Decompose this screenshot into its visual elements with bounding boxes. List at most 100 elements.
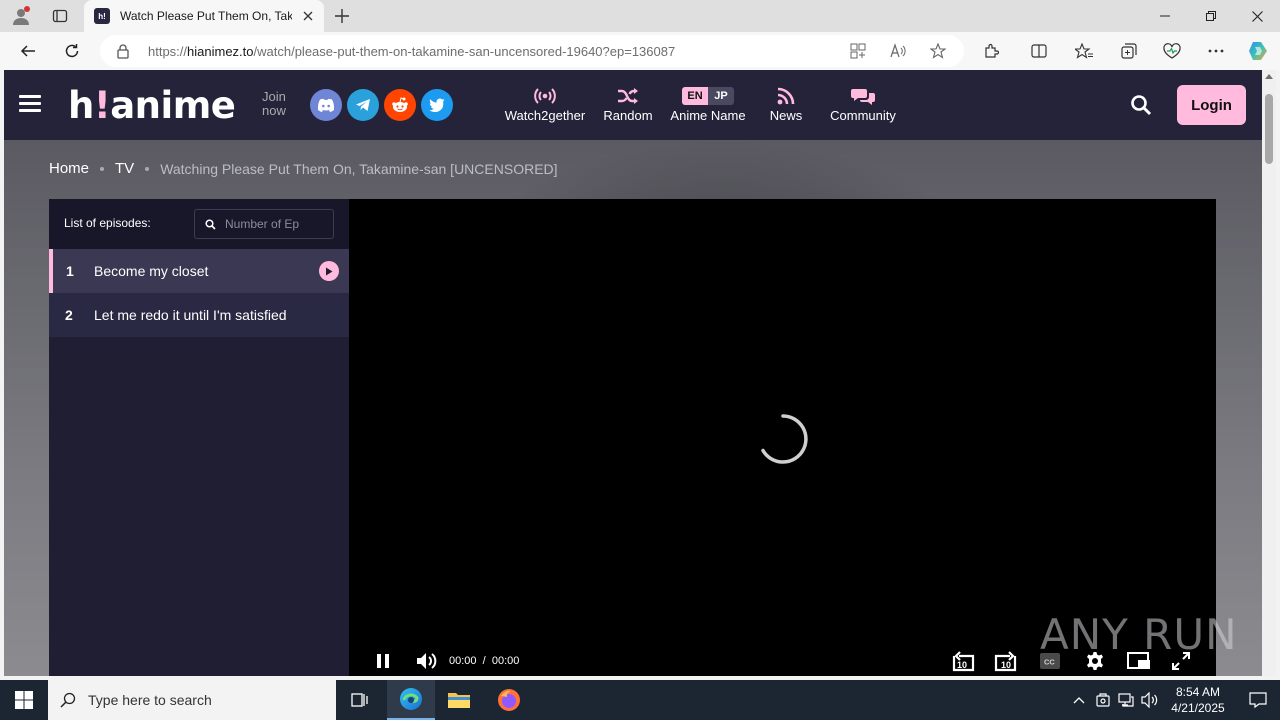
video-player[interactable]: 00:00 / 00:00 10 10 CC [349, 199, 1216, 676]
url-text[interactable]: https://hianimez.to/watch/please-put-the… [148, 44, 675, 59]
tab-actions-icon[interactable] [48, 4, 72, 28]
edge-taskbar-icon[interactable] [387, 680, 435, 720]
taskbar-clock[interactable]: 8:54 AM 4/21/2025 [1160, 684, 1236, 716]
breadcrumb-separator [100, 166, 105, 171]
episode-number-input[interactable] [225, 215, 329, 233]
browser-tab-active[interactable]: h! Watch Please Put Them On, Takamine-sa… [84, 0, 324, 32]
read-aloud-icon[interactable] [890, 43, 906, 59]
close-window-icon[interactable] [1234, 0, 1280, 32]
lock-icon[interactable] [116, 43, 130, 64]
page-scrollbar[interactable] [1262, 70, 1276, 676]
nav-watch2gether-label: Watch2gether [504, 108, 586, 123]
nav-watch2gether[interactable]: Watch2gether [503, 86, 587, 123]
security-tray-icon[interactable] [1093, 690, 1113, 710]
profile-icon[interactable] [9, 4, 33, 28]
favorites-icon[interactable] [1072, 39, 1096, 63]
breadcrumb: Home TV Watching Please Put Them On, Tak… [49, 160, 558, 177]
rewind-10-icon[interactable]: 10 [949, 651, 977, 672]
shuffle-icon [602, 86, 654, 106]
browser-essentials-icon[interactable] [1160, 39, 1184, 63]
tray-chevron-up-icon[interactable] [1069, 690, 1089, 710]
nav-community[interactable]: Community [824, 86, 902, 123]
duration: 00:00 [491, 655, 520, 667]
refresh-icon[interactable] [60, 39, 84, 63]
reddit-icon[interactable] [384, 89, 416, 121]
scroll-up-arrow-icon[interactable] [1265, 74, 1273, 79]
nav-news-label: News [769, 108, 803, 123]
play-icon [319, 261, 339, 281]
time-display: 00:00 / 00:00 [449, 655, 520, 667]
pause-icon[interactable] [373, 651, 393, 671]
nav-news[interactable]: News [766, 86, 806, 123]
address-bar[interactable]: https://hianimez.to/watch/please-put-the… [100, 35, 964, 67]
task-view-icon[interactable] [336, 680, 384, 720]
loading-spinner [757, 413, 809, 465]
episode-list-title: List of episodes: [64, 216, 151, 230]
svg-text:10: 10 [957, 660, 967, 670]
taskbar-search-box[interactable]: Type here to search [48, 680, 336, 720]
clock-time: 8:54 AM [1175, 685, 1221, 699]
hamburger-menu-icon[interactable] [19, 95, 41, 113]
windows-start-icon[interactable] [0, 680, 48, 720]
episode-number: 2 [65, 307, 73, 323]
search-icon [60, 692, 76, 708]
broadcast-icon [503, 86, 587, 106]
breadcrumb-separator [145, 166, 150, 171]
episode-item-1[interactable]: 1 Become my closet [49, 249, 349, 293]
back-icon[interactable] [16, 39, 40, 63]
scrollbar-thumb[interactable] [1265, 94, 1273, 164]
language-toggle[interactable]: EN JP [682, 87, 734, 105]
taskbar-search-text: Type here to search [88, 692, 212, 708]
breadcrumb-tv[interactable]: TV [115, 160, 134, 177]
copilot-icon[interactable] [1246, 39, 1270, 63]
browser-tab-strip: h! Watch Please Put Them On, Takamine-sa… [0, 0, 1280, 32]
episode-list-panel: List of episodes: 1 Become my closet 2 L… [49, 199, 349, 676]
firefox-icon[interactable] [485, 680, 533, 720]
login-button[interactable]: Login [1177, 85, 1246, 125]
search-icon [205, 219, 216, 230]
collections-icon[interactable] [1117, 39, 1141, 63]
split-screen-icon[interactable] [1027, 39, 1051, 63]
notifications-icon[interactable] [1236, 680, 1280, 720]
app-available-icon[interactable] [850, 43, 866, 59]
breadcrumb-current: Watching Please Put Them On, Takamine-sa… [160, 160, 558, 177]
nav-anime-name-toggle[interactable]: EN JP Anime Name [668, 86, 748, 123]
clock-date: 4/21/2025 [1171, 701, 1225, 715]
restore-icon[interactable] [1188, 0, 1234, 32]
episode-number: 1 [66, 263, 74, 279]
tab-title: Watch Please Put Them On, Takamine-san [… [120, 9, 292, 23]
speaker-icon[interactable] [1140, 690, 1160, 710]
site-favicon: h! [94, 8, 110, 24]
minimize-icon[interactable] [1142, 0, 1188, 32]
file-explorer-icon[interactable] [435, 680, 483, 720]
episode-search-box[interactable] [194, 209, 334, 239]
extensions-icon[interactable] [979, 39, 1003, 63]
discord-icon[interactable] [310, 89, 342, 121]
nav-random-label: Random [603, 108, 653, 123]
browser-toolbar: https://hianimez.to/watch/please-put-the… [0, 32, 1280, 70]
lang-en-option[interactable]: EN [682, 87, 708, 105]
join-now-label: Join now [262, 89, 286, 118]
forward-10-icon[interactable]: 10 [992, 651, 1020, 672]
site-logo[interactable]: h!anime [68, 84, 236, 127]
lang-jp-option[interactable]: JP [708, 87, 734, 105]
new-tab-icon[interactable] [330, 4, 354, 28]
episode-list-header: List of episodes: [49, 199, 349, 249]
chat-bubbles-icon [824, 86, 902, 106]
more-options-icon[interactable] [1204, 39, 1228, 63]
nav-random[interactable]: Random [602, 86, 654, 123]
tab-close-icon[interactable] [300, 8, 316, 24]
volume-icon[interactable] [415, 651, 439, 671]
episode-item-2[interactable]: 2 Let me redo it until I'm satisfied [49, 293, 349, 337]
twitter-icon[interactable] [421, 89, 453, 121]
nav-anime-name-label: Anime Name [670, 108, 746, 123]
search-icon[interactable] [1130, 94, 1152, 116]
windows-taskbar: Type here to search 8:54 AM 4/21/2025 [0, 680, 1280, 720]
episode-title: Become my closet [94, 263, 209, 279]
breadcrumb-home[interactable]: Home [49, 160, 89, 177]
anyrun-watermark: ANY RUN [1040, 610, 1238, 659]
network-icon[interactable] [1116, 690, 1136, 710]
page-viewport: h!anime Join now Watch2gether Random EN … [4, 70, 1262, 676]
favorite-star-icon[interactable] [930, 43, 946, 59]
telegram-icon[interactable] [347, 89, 379, 121]
